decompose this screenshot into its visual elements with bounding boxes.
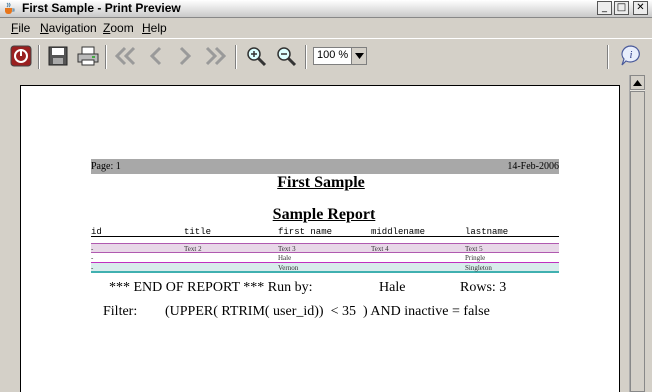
cell-first-name: Hale (278, 254, 292, 262)
cell-id: - (91, 245, 94, 253)
java-cup-icon (5, 2, 15, 14)
zoom-in-button[interactable] (243, 43, 269, 69)
window-title: First Sample - Print Preview (22, 1, 181, 15)
toolbar-separator (607, 45, 609, 69)
filter-value: (UPPER( RTRIM( user_id)) < 35 ) AND inac… (165, 304, 490, 319)
menu-zoom[interactable]: Zoom (103, 21, 134, 35)
menu-file[interactable]: File (11, 21, 30, 35)
header-divider (91, 236, 559, 237)
table-row: - Vernon Singleton (91, 263, 559, 273)
info-icon: i (621, 45, 640, 66)
report-subtitle: Sample Report (272, 206, 376, 223)
first-page-icon (114, 46, 136, 66)
menu-navigation-rest: avigation (48, 21, 97, 35)
zoom-in-icon (247, 47, 267, 67)
toolbar-separator (38, 45, 40, 69)
minimize-button[interactable]: _ (597, 1, 612, 15)
menu-bar: File Navigation Zoom Help (0, 18, 652, 38)
page-number-label: Page: 1 (91, 161, 121, 172)
cell-first-name: Text 3 (278, 245, 296, 253)
exit-button[interactable] (8, 43, 34, 69)
next-page-icon (179, 46, 192, 66)
toolbar-separator (235, 45, 237, 69)
title-bar: First Sample - Print Preview _ □ ✕ (0, 0, 652, 18)
zoom-out-icon (277, 47, 297, 67)
cell-id: - (91, 264, 94, 272)
close-button[interactable]: ✕ (633, 1, 648, 15)
scrollbar-thumb[interactable] (630, 91, 645, 392)
menu-help-rest: elp (150, 21, 167, 35)
report-title: First Sample (277, 174, 365, 191)
zoom-select-value: 100 % (317, 49, 349, 61)
last-page-button[interactable] (203, 43, 229, 69)
first-page-button[interactable] (112, 43, 138, 69)
chevron-down-icon[interactable] (351, 48, 366, 64)
maximize-icon: □ (616, 2, 627, 13)
print-button[interactable] (75, 43, 101, 69)
vertical-scrollbar[interactable] (629, 75, 645, 392)
print-icon (77, 46, 99, 66)
previous-page-icon (149, 46, 162, 66)
rows-count: Rows: 3 (460, 280, 507, 295)
exit-icon (10, 45, 32, 67)
run-by-value: Hale (379, 280, 406, 295)
cell-title: Text 2 (184, 245, 202, 253)
table-row: - Text 2 Text 3 Text 4 Text 5 (91, 243, 559, 253)
close-icon: ✕ (636, 2, 645, 13)
table-row: - Hale Pringle (91, 253, 559, 263)
info-button[interactable]: i (618, 43, 644, 69)
cell-lastname: Singleton (465, 264, 492, 272)
menu-zoom-rest: oom (110, 21, 134, 35)
menu-navigation[interactable]: Navigation (40, 21, 97, 35)
zoom-out-button[interactable] (273, 43, 299, 69)
report-date: 14-Feb-2006 (507, 161, 559, 172)
previous-page-button[interactable] (143, 43, 169, 69)
toolbar-separator (305, 45, 307, 69)
menu-help-mnemonic: H (142, 21, 151, 35)
report-page: Page: 1 14-Feb-2006 First Sample Sample … (20, 85, 620, 392)
last-page-icon (205, 46, 227, 66)
cell-lastname: Text 5 (465, 245, 483, 253)
filter-label: Filter: (103, 304, 138, 319)
toolbar-separator (105, 45, 107, 69)
save-button[interactable] (45, 43, 71, 69)
zoom-select[interactable]: 100 % (313, 47, 367, 65)
save-icon (48, 46, 68, 66)
maximize-button[interactable]: □ (614, 1, 629, 15)
svg-text:i: i (630, 50, 633, 61)
end-of-report-text: *** END OF REPORT *** Run by: (109, 280, 313, 295)
cell-lastname: Pringle (465, 254, 486, 262)
cell-first-name: Vernon (278, 264, 299, 272)
cell-middlename: Text 4 (371, 245, 389, 253)
chevron-up-icon (633, 79, 642, 86)
left-edge (0, 75, 8, 392)
cell-id: - (91, 254, 94, 262)
next-page-button[interactable] (172, 43, 198, 69)
minimize-icon: _ (602, 2, 607, 13)
preview-viewport: Page: 1 14-Feb-2006 First Sample Sample … (8, 75, 628, 392)
menu-navigation-mnemonic: N (40, 21, 49, 35)
menu-file-rest: ile (18, 21, 31, 35)
scroll-up-button[interactable] (630, 75, 645, 90)
menu-help[interactable]: Help (142, 21, 167, 35)
page-header-bar: Page: 1 14-Feb-2006 (91, 159, 559, 174)
toolbar: 100 % i (0, 38, 652, 74)
